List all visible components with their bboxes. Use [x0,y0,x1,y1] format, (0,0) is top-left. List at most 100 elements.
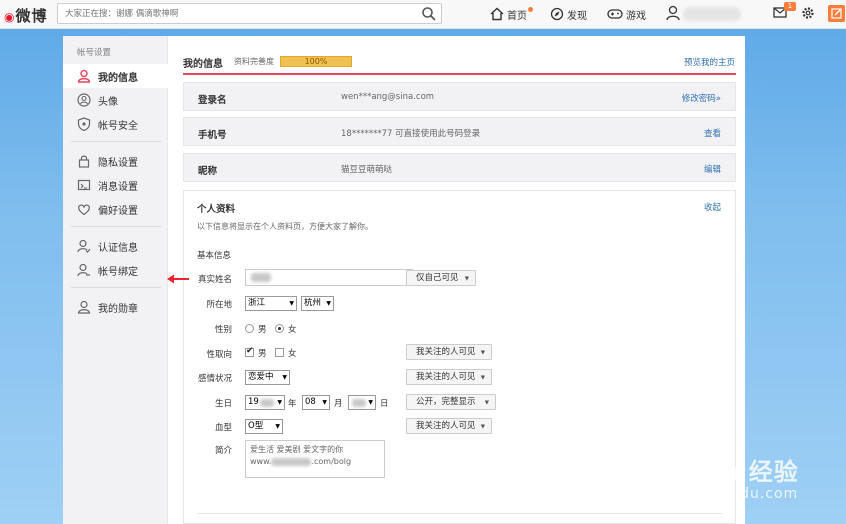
username-blurred[interactable] [683,7,741,21]
mail-badge: 1 [784,2,796,11]
notification-dot [528,6,533,12]
birthday-visibility-dropdown[interactable]: 公开，完整显示 [406,394,496,410]
row-label: 手机号 [198,130,227,141]
intro-textarea[interactable]: 爱生活 爱美剧 爱文字的你 www. .com/bolg [245,440,385,478]
sidebar-item-label: 消息设置 [98,181,138,193]
lock-icon [77,154,91,168]
realname-blurred [251,273,271,282]
nav-home[interactable]: 首页 [490,5,533,23]
weibo-logo[interactable]: ◉微博 [4,5,48,26]
nav-discover[interactable]: 发现 [550,5,587,23]
blood-label: 血型 [214,423,232,433]
edit-nickname-link[interactable]: 编辑 [704,163,721,175]
profile-description: 以下信息将显示在个人资料页，方便大家了解你。 [197,222,373,231]
basic-info-heading: 基本信息 [197,251,232,261]
relationship-select[interactable]: 恋爱中 [245,370,290,385]
sidebar-item-bind[interactable]: 帐号绑定 [63,258,168,282]
login-name-row: 登录名 wen***ang@sina.com 修改密码» [183,82,736,111]
sidebar-item-label: 我的勋章 [98,303,138,315]
nav-discover-label: 发现 [567,10,587,22]
intro-url-suffix: .com/bolg [311,457,352,466]
realname-label: 真实姓名 [197,275,232,285]
city-select[interactable]: 杭州 [301,296,334,311]
row-label: 昵称 [198,166,218,177]
sidebar-item-verify[interactable]: 认证信息 [63,234,168,258]
compass-icon [550,7,564,21]
sidebar-item-label: 我的信息 [98,72,138,84]
nav-game[interactable]: 游戏 [607,5,646,23]
sidebar-item-label: 认证信息 [98,242,138,254]
location-label: 所在地 [206,300,232,310]
sidebar-item-my-info[interactable]: 我的信息 [63,64,168,88]
sidebar-divider [71,226,161,227]
orientation-label: 性取向 [206,350,232,360]
gender-female-label: 女 [288,325,297,335]
gender-male-radio[interactable] [245,324,254,333]
relationship-visibility-dropdown[interactable]: 我关注的人可见 [406,369,492,385]
shield-icon [77,117,91,131]
realname-visibility-dropdown[interactable]: 仅自己可见 [406,270,476,286]
progress-value: 100% [304,57,328,66]
profile-progress-bar: 100% [280,56,352,67]
province-select[interactable]: 浙江 [245,296,297,311]
sidebar-item-label: 隐私设置 [98,157,138,169]
top-bar: ◉微博 首页 发现 游戏 1 [0,0,846,29]
sidebar-item-message[interactable]: 消息设置 [63,173,168,197]
intro-line2: www. .com/bolg [250,456,380,468]
birth-month-select[interactable]: 08 [302,395,330,410]
collapse-link[interactable]: 收起 [704,201,721,213]
preview-homepage-link[interactable]: 预览我的主页 [684,56,735,68]
birth-year-blurred [260,399,274,407]
search-box [57,3,442,24]
birth-year-select[interactable]: 19 [245,395,285,410]
verify-icon [77,239,91,253]
section-divider [197,513,722,514]
sidebar-item-label: 帐号安全 [98,120,138,132]
change-password-link[interactable]: 修改密码» [682,92,721,104]
gender-male-label: 男 [258,325,267,335]
realname-input[interactable] [245,269,413,286]
orient-female-checkbox[interactable] [275,348,284,357]
nickname-row: 昵称 猫豆豆萌萌哒 编辑 [183,153,736,182]
gamepad-icon [607,9,623,19]
sidebar-item-label: 头像 [98,96,118,108]
progress-label: 资料完善度 [234,57,274,66]
birth-day-select[interactable] [348,395,376,410]
sidebar-item-medal[interactable]: 我的勋章 [63,295,168,319]
sidebar-item-preference[interactable]: 偏好设置 [63,197,168,221]
search-input[interactable] [58,4,408,23]
profile-icon[interactable] [666,5,680,21]
intro-label: 简介 [214,446,232,456]
sidebar-title: 帐号设置 [77,48,112,58]
blood-visibility-dropdown[interactable]: 我关注的人可见 [406,418,492,434]
orient-male-checkbox[interactable] [245,346,254,357]
sidebar-item-avatar[interactable]: 头像 [63,88,168,112]
search-icon[interactable] [421,6,437,22]
compose-button[interactable] [828,5,845,22]
row-value: 猫豆豆萌萌哒 [341,165,393,175]
heart-icon [77,202,91,216]
row-value: wen***ang@sina.com [341,92,435,102]
orient-male-label: 男 [258,349,267,359]
phone-row: 手机号 18*******77 可直接使用此号码登录 查看 [183,117,736,146]
sidebar-item-privacy[interactable]: 隐私设置 [63,149,168,173]
row-value: 18*******77 可直接使用此号码登录 [341,129,481,139]
home-icon [490,7,504,21]
sidebar-item-label: 帐号绑定 [98,266,138,278]
sidebar-divider [71,287,161,288]
red-arrow-annotation [167,274,189,284]
blood-select[interactable]: O型 [245,419,283,434]
view-phone-link[interactable]: 查看 [704,127,721,139]
gender-label: 性别 [214,325,232,335]
gender-female-radio[interactable] [275,324,284,333]
baidu-watermark-url: jingyan.baidu.com [652,486,799,502]
month-unit: 月 [334,399,343,409]
edit-icon [831,8,842,19]
birthday-label: 生日 [214,399,232,409]
sidebar-item-security[interactable]: 帐号安全 [63,112,168,136]
day-unit: 日 [380,399,389,409]
relationship-label: 感情状况 [197,374,232,384]
gear-icon[interactable] [801,6,815,20]
content-area: 我的信息 资料完善度 100% 预览我的主页 登录名 wen***ang@sin… [169,36,745,524]
orientation-visibility-dropdown[interactable]: 我关注的人可见 [406,344,492,360]
